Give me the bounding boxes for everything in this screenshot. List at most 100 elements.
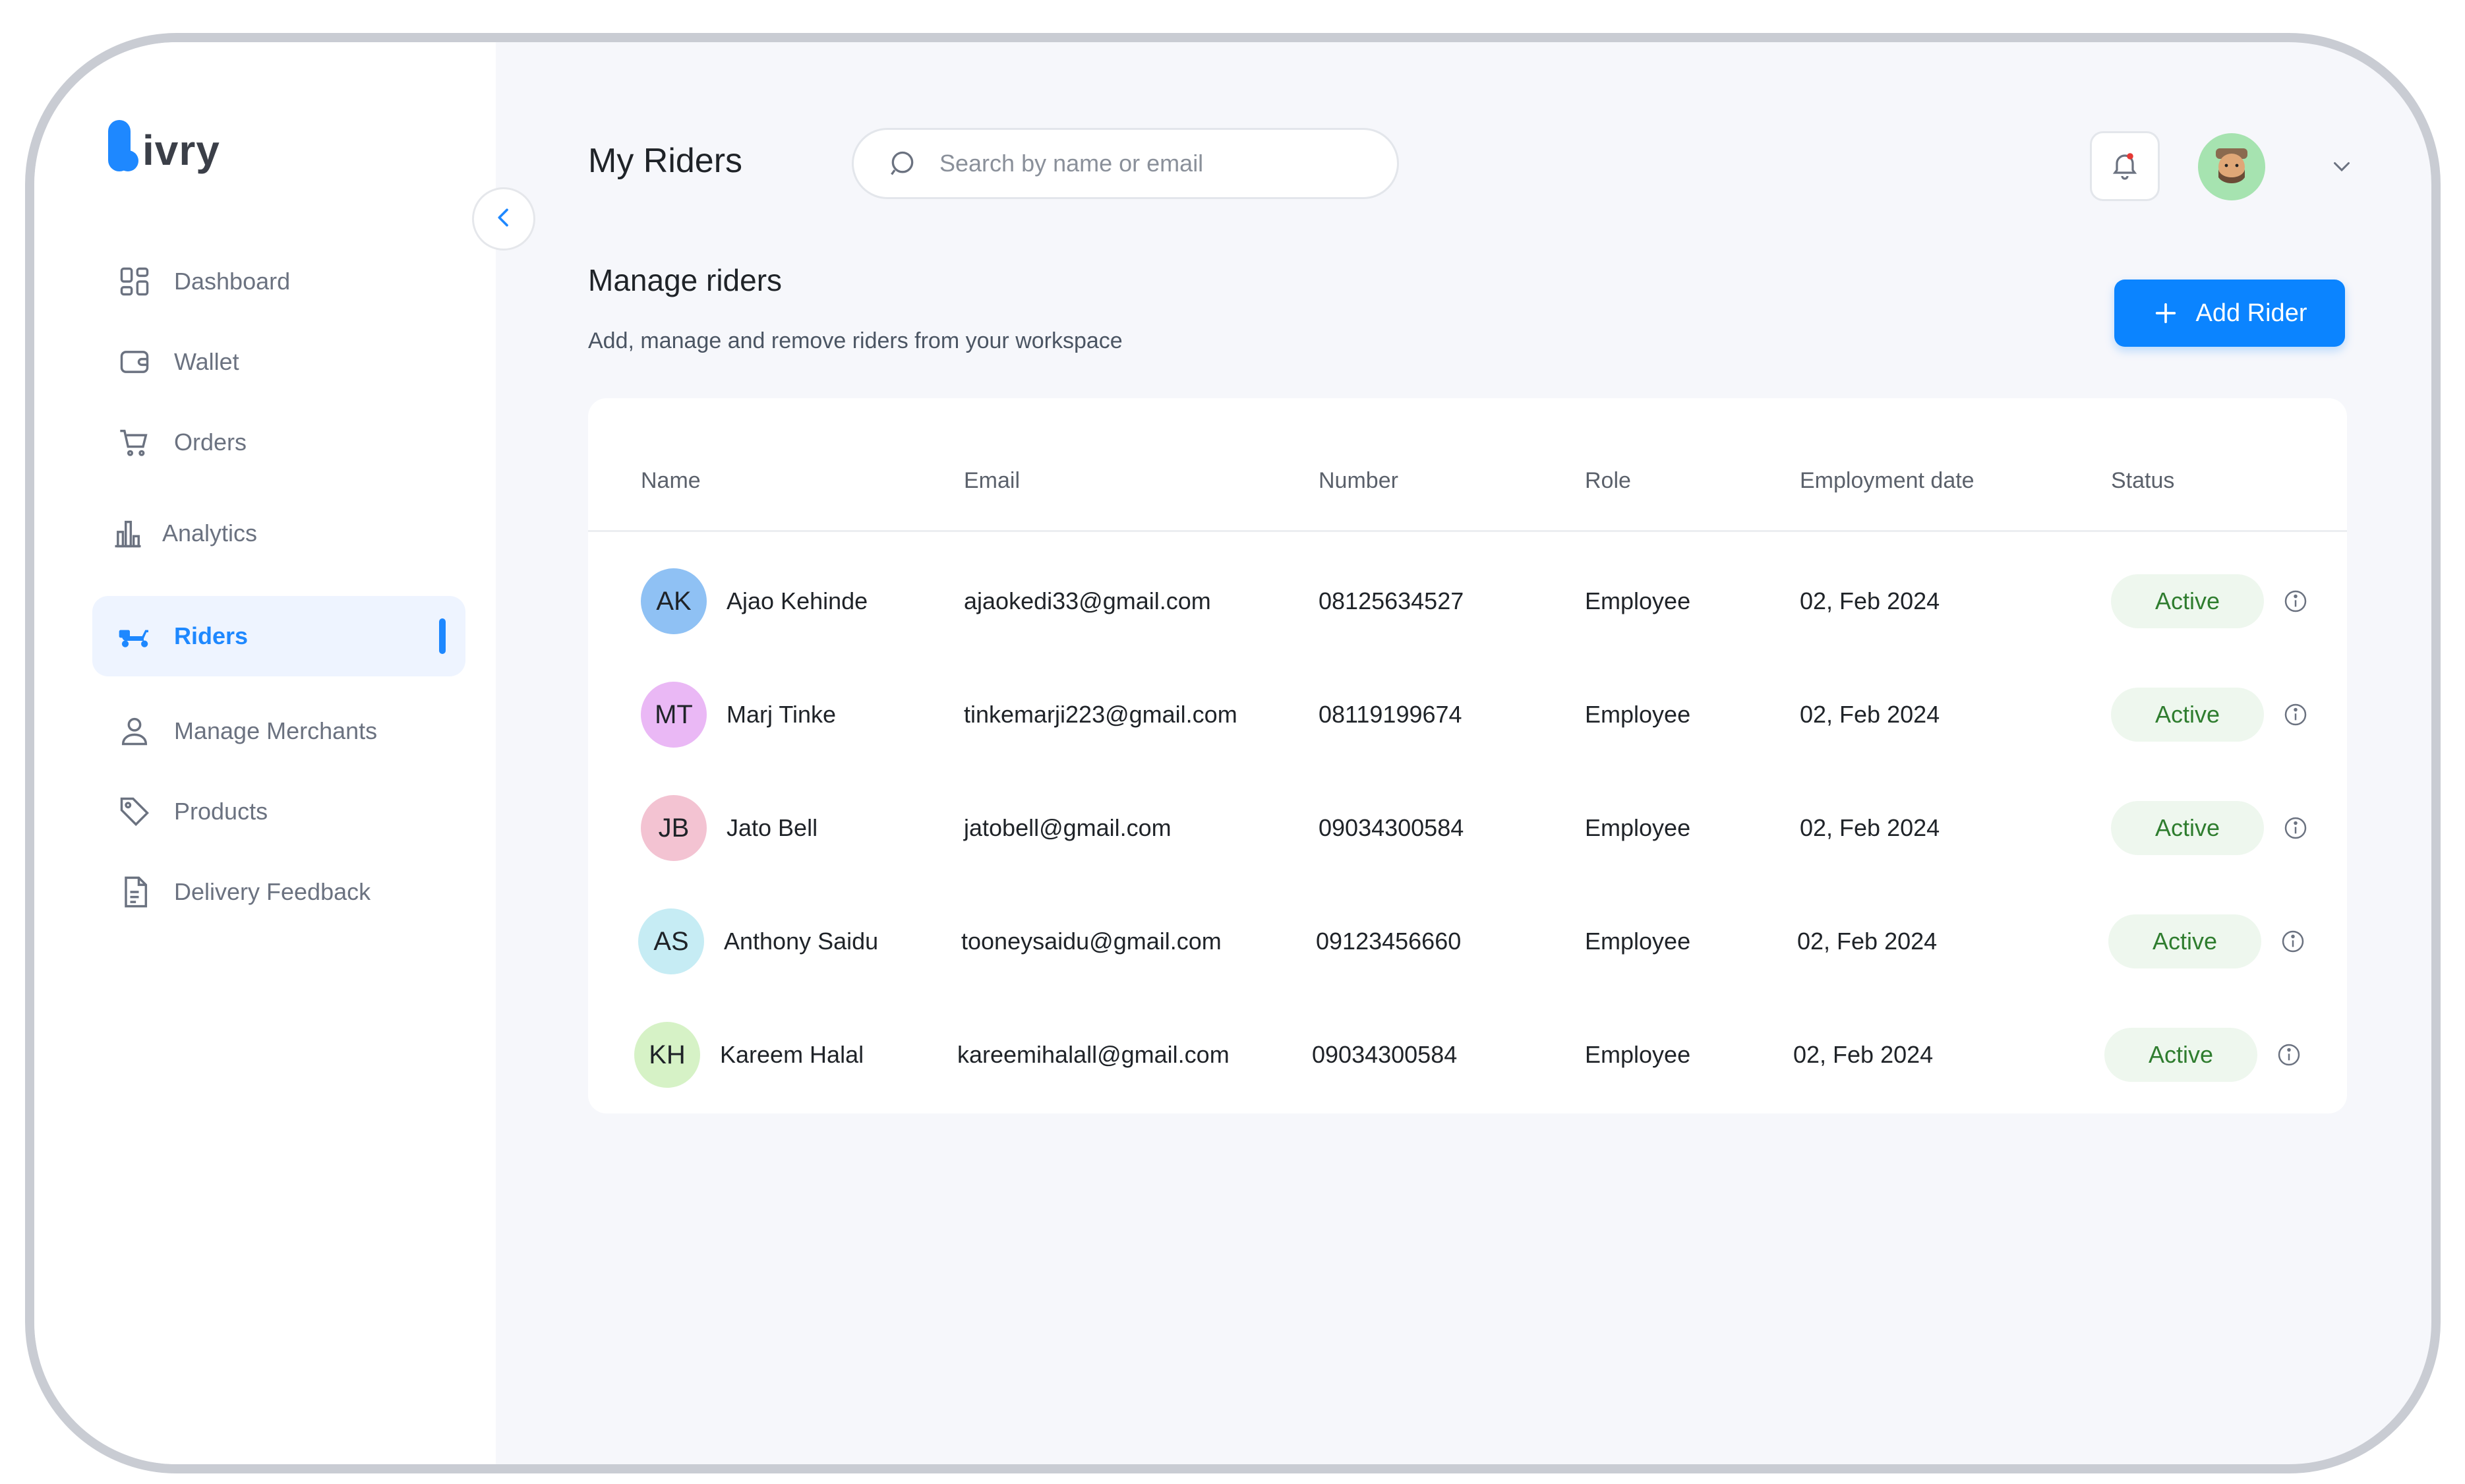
status-badge: Active — [2111, 801, 2264, 855]
rider-role: Employee — [1585, 701, 1691, 728]
info-icon[interactable] — [2274, 1040, 2303, 1069]
bell-icon — [2109, 149, 2141, 184]
rider-employment-date: 02, Feb 2024 — [1793, 1041, 1934, 1068]
page-title: My Riders — [588, 142, 743, 180]
sidebar-item-orders[interactable]: Orders — [92, 402, 465, 483]
search-icon — [888, 148, 920, 179]
info-icon[interactable] — [2281, 814, 2310, 843]
scooter-icon — [116, 618, 153, 655]
rider-name: Marj Tinke — [727, 701, 837, 728]
rider-role: Employee — [1585, 587, 1691, 614]
rider-avatar: AK — [641, 568, 707, 634]
notifications-button[interactable] — [2090, 131, 2160, 201]
rider-status-cell: Active — [2104, 998, 2303, 1112]
rider-avatar: JB — [641, 795, 707, 861]
rider-employment-date: 02, Feb 2024 — [1800, 814, 1940, 841]
rider-name-cell: AK Ajao Kehinde — [641, 545, 868, 658]
status-badge: Active — [2104, 1028, 2257, 1082]
sidebar-item-label: Riders — [174, 622, 249, 649]
sidebar-item-label: Products — [174, 798, 268, 825]
account-menu-toggle[interactable] — [2329, 154, 2355, 181]
rider-email: tinkemarji223@gmail.com — [964, 701, 1237, 728]
rider-avatar: AS — [638, 908, 704, 974]
rider-avatar: MT — [641, 682, 707, 748]
table-row[interactable]: AK Ajao Kehinde ajaokedi33@gmail.com 081… — [588, 545, 2347, 658]
info-icon[interactable] — [2281, 587, 2310, 616]
rider-number: 08125634527 — [1319, 587, 1464, 614]
rider-status-cell: Active — [2111, 771, 2310, 885]
rider-name-cell: AS Anthony Saidu — [638, 885, 878, 998]
rider-employment-date: 02, Feb 2024 — [1797, 928, 1938, 955]
rider-employment-date: 02, Feb 2024 — [1800, 701, 1940, 728]
column-header-role[interactable]: Role — [1585, 468, 1631, 494]
sidebar-item-riders[interactable]: Riders — [92, 596, 465, 676]
chevron-left-icon — [490, 204, 517, 234]
riders-table: Name Email Number Role Employment date S… — [588, 398, 2347, 1113]
rider-status-cell: Active — [2108, 885, 2307, 998]
rider-name-cell: KH Kareem Halal — [634, 998, 864, 1112]
rider-name: Kareem Halal — [720, 1041, 864, 1068]
rider-employment-date: 02, Feb 2024 — [1800, 587, 1940, 614]
tag-icon — [116, 793, 153, 830]
rider-email: kareemihalall@gmail.com — [957, 1041, 1230, 1068]
add-rider-button[interactable]: Add Rider — [2114, 280, 2345, 347]
plus-icon — [2153, 300, 2179, 326]
bar-chart-icon — [109, 515, 146, 552]
user-icon — [116, 713, 153, 750]
sidebar-item-manage-merchants[interactable]: Manage Merchants — [92, 691, 465, 771]
sidebar-item-analytics[interactable]: Analytics — [92, 493, 465, 574]
table-row[interactable]: KH Kareem Halal kareemihalall@gmail.com … — [588, 998, 2347, 1112]
sidebar-item-delivery-feedback[interactable]: Delivery Feedback — [92, 852, 465, 932]
wallet-icon — [116, 343, 153, 380]
logo-text: ivry — [142, 127, 220, 174]
column-header-name[interactable]: Name — [641, 468, 701, 494]
column-header-number[interactable]: Number — [1319, 468, 1398, 494]
rider-number: 09034300584 — [1319, 814, 1464, 841]
status-badge: Active — [2111, 574, 2264, 628]
rider-role: Employee — [1585, 1041, 1691, 1068]
sidebar-item-label: Delivery Feedback — [174, 878, 371, 905]
column-header-status[interactable]: Status — [2111, 468, 2174, 494]
sidebar: ivry Dashboard Wallet Orders Analytics R… — [34, 42, 496, 1464]
collapse-sidebar-button[interactable] — [472, 187, 535, 251]
add-rider-label: Add Rider — [2195, 299, 2307, 327]
rider-email: ajaokedi33@gmail.com — [964, 587, 1211, 614]
sidebar-item-label: Orders — [174, 429, 247, 456]
header-divider — [588, 530, 2347, 532]
info-icon[interactable] — [2278, 927, 2307, 956]
sidebar-item-label: Manage Merchants — [174, 717, 378, 744]
brand-logo[interactable]: ivry — [108, 120, 220, 171]
table-row[interactable]: MT Marj Tinke tinkemarji223@gmail.com 08… — [588, 658, 2347, 771]
rider-name: Ajao Kehinde — [727, 587, 868, 614]
search-input[interactable] — [938, 149, 1363, 178]
status-badge: Active — [2108, 914, 2261, 968]
cart-icon — [116, 424, 153, 461]
sidebar-item-products[interactable]: Products — [92, 771, 465, 852]
column-header-email[interactable]: Email — [964, 468, 1020, 494]
search-bar[interactable] — [852, 128, 1399, 199]
rider-name: Anthony Saidu — [724, 928, 879, 955]
sidebar-item-label: Analytics — [162, 519, 258, 547]
rider-number: 08119199674 — [1319, 701, 1462, 728]
rider-number: 09123456660 — [1316, 928, 1462, 955]
section-subtitle: Add, manage and remove riders from your … — [588, 328, 1123, 353]
chevron-down-icon — [2330, 154, 2354, 181]
sidebar-item-dashboard[interactable]: Dashboard — [92, 241, 465, 322]
logo-mark-icon — [108, 120, 138, 171]
app-window: ivry Dashboard Wallet Orders Analytics R… — [25, 33, 2441, 1473]
document-icon — [116, 874, 153, 910]
rider-email: tooneysaidu@gmail.com — [961, 928, 1222, 955]
status-badge: Active — [2111, 688, 2264, 742]
rider-number: 09034300584 — [1312, 1041, 1458, 1068]
table-row[interactable]: JB Jato Bell jatobell@gmail.com 09034300… — [588, 771, 2347, 885]
rider-name-cell: JB Jato Bell — [641, 771, 817, 885]
sidebar-item-label: Wallet — [174, 348, 239, 375]
table-row[interactable]: AS Anthony Saidu tooneysaidu@gmail.com 0… — [588, 885, 2347, 998]
rider-name-cell: MT Marj Tinke — [641, 658, 836, 771]
sidebar-item-wallet[interactable]: Wallet — [92, 322, 465, 402]
column-header-employment-date[interactable]: Employment date — [1800, 468, 1975, 494]
user-avatar[interactable] — [2198, 133, 2265, 200]
info-icon[interactable] — [2281, 700, 2310, 729]
rider-role: Employee — [1585, 928, 1691, 955]
sidebar-item-label: Dashboard — [174, 268, 291, 295]
